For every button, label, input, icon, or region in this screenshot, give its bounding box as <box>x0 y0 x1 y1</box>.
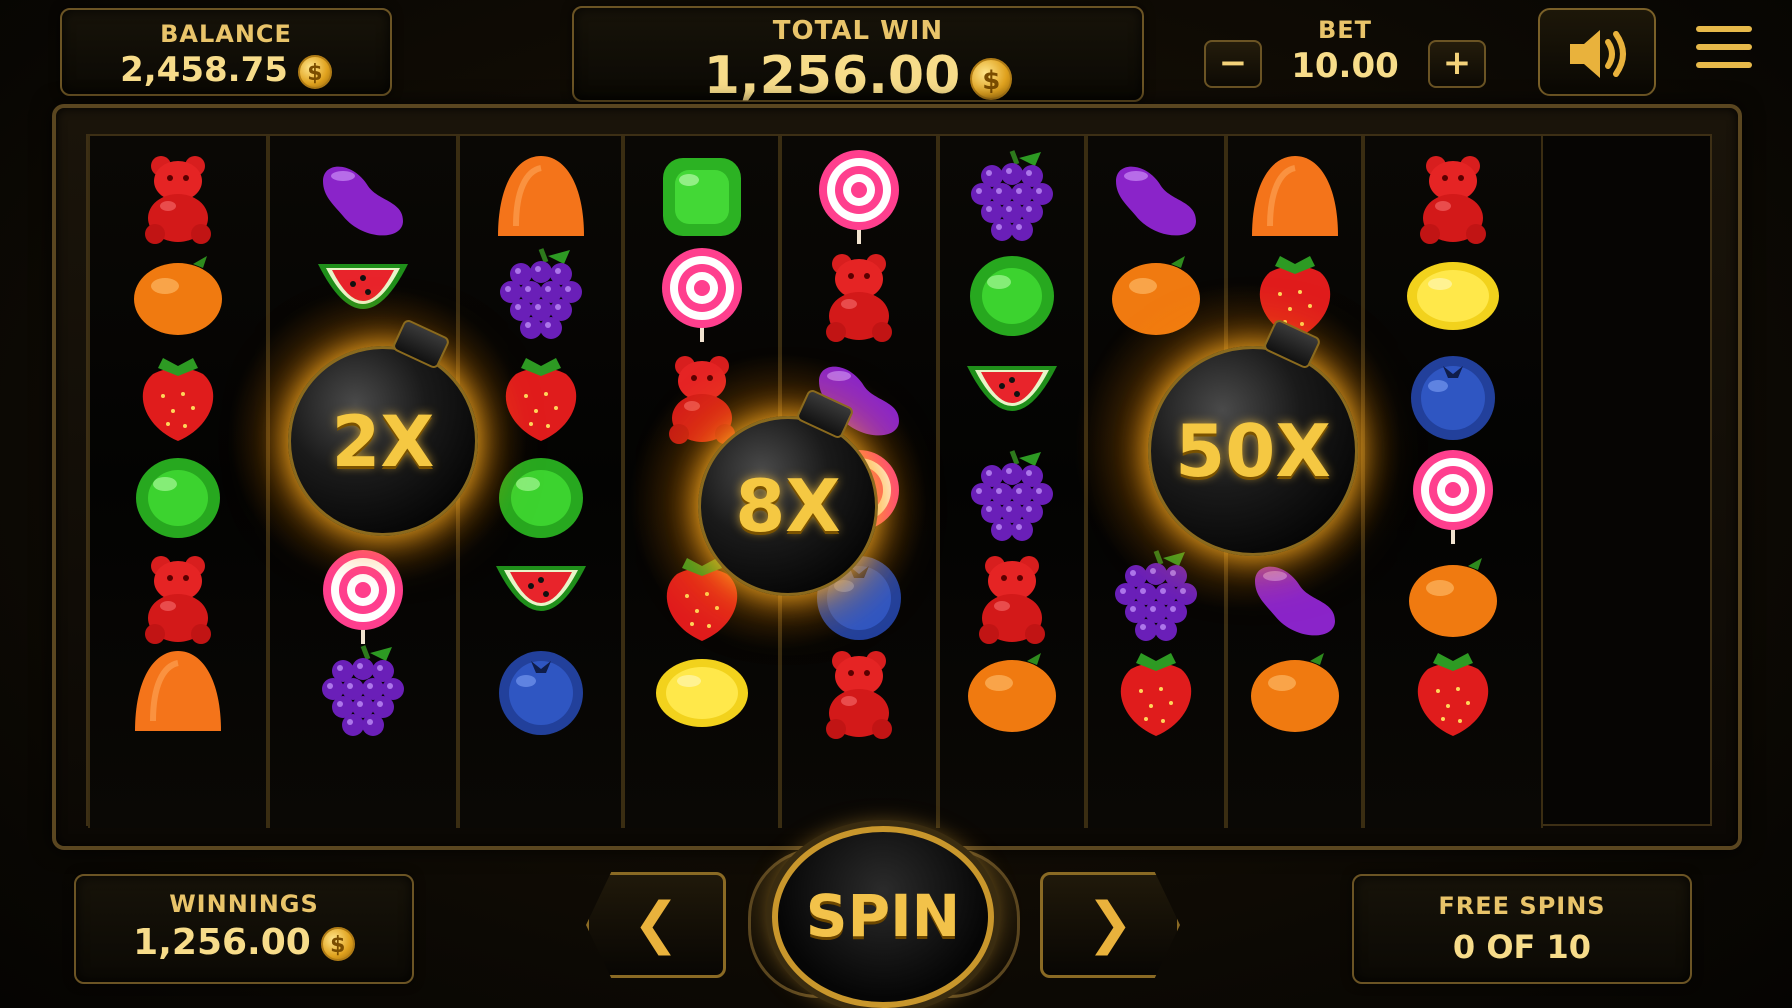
balance-value: 2,458.75 $ <box>62 50 390 90</box>
bomb-multiplier-label: 50X <box>1175 409 1331 494</box>
next-button[interactable]: ❯ <box>1040 872 1180 978</box>
lemon-symbol <box>647 641 757 741</box>
previous-button[interactable]: ❮ <box>586 872 726 978</box>
reel-9 <box>1363 136 1543 828</box>
free-spins-panel: FREE SPINS 0 OF 10 <box>1352 874 1692 984</box>
bomb-multiplier-label: 2X <box>331 400 435 483</box>
total-win-amount: 1,256.00 <box>703 46 961 106</box>
multiplier-bomb-2: 8X <box>698 388 878 596</box>
balance-panel: BALANCE 2,458.75 $ <box>60 8 392 96</box>
multiplier-bomb-1: 2X <box>288 318 478 536</box>
red-gummy-bear-symbol <box>957 546 1067 646</box>
purple-jellybean-symbol <box>1240 546 1350 646</box>
reel-frame: 2X 8X 50X <box>52 104 1742 850</box>
bomb-multiplier-label: 8X <box>735 464 841 549</box>
pink-swirl-lollipop-symbol <box>804 146 914 246</box>
pink-swirl-lollipop-symbol <box>647 244 757 344</box>
strawberry-symbol <box>1398 641 1508 741</box>
red-gummy-bear-symbol <box>123 146 233 246</box>
grapes-symbol <box>486 244 596 344</box>
reel-1 <box>88 136 268 828</box>
total-win-panel: TOTAL WIN 1,256.00 $ <box>572 6 1144 106</box>
bet-panel: − BET 10.00 + <box>1204 10 1486 94</box>
total-win-value: 1,256.00 $ <box>574 46 1142 106</box>
orange-fruit-symbol <box>123 244 233 344</box>
winnings-value: 1,256.00 $ <box>76 922 412 963</box>
orange-fruit-symbol <box>957 641 1067 741</box>
coin-icon: $ <box>297 54 332 89</box>
coin-icon: $ <box>320 927 355 961</box>
red-gummy-bear-symbol <box>1398 146 1508 246</box>
total-win-label: TOTAL WIN <box>772 16 944 46</box>
grapes-symbol <box>957 146 1067 246</box>
orange-fruit-symbol <box>1398 546 1508 646</box>
bet-decrease-button[interactable]: − <box>1204 40 1262 88</box>
orange-gumdrop-symbol <box>486 146 596 246</box>
strawberry-symbol <box>1101 641 1211 741</box>
reel-6 <box>938 136 1086 828</box>
hamburger-menu-icon[interactable] <box>1696 26 1752 76</box>
free-spins-value: 0 OF 10 <box>1452 928 1592 966</box>
watermelon-symbol <box>486 546 596 646</box>
green-candy-symbol <box>486 446 596 546</box>
green-square-candy-symbol <box>647 146 757 246</box>
blueberry-symbol <box>486 641 596 741</box>
red-gummy-bear-symbol <box>123 546 233 646</box>
green-candy-symbol <box>957 244 1067 344</box>
menu-bar <box>1696 62 1752 68</box>
reel-3 <box>458 136 623 828</box>
winnings-panel: WINNINGS 1,256.00 $ <box>74 874 414 984</box>
lemon-symbol <box>1398 244 1508 344</box>
grapes-symbol <box>1101 546 1211 646</box>
balance-amount: 2,458.75 <box>120 50 288 90</box>
winnings-label: WINNINGS <box>169 890 319 918</box>
red-gummy-bear-symbol <box>804 641 914 741</box>
purple-jellybean-symbol <box>1101 146 1211 246</box>
grapes-symbol <box>957 446 1067 546</box>
strawberry-symbol <box>486 346 596 446</box>
spin-button[interactable]: SPIN <box>772 826 994 1008</box>
pink-swirl-lollipop-symbol <box>1398 446 1508 546</box>
watermelon-symbol <box>957 346 1067 446</box>
free-spins-label: FREE SPINS <box>1438 892 1606 920</box>
green-candy-symbol <box>123 446 233 546</box>
strawberry-symbol <box>123 346 233 446</box>
orange-fruit-symbol <box>1240 641 1350 741</box>
reel-area: 2X 8X 50X <box>86 134 1712 828</box>
coin-icon: $ <box>970 58 1013 100</box>
pink-swirl-lollipop-symbol <box>308 546 418 646</box>
red-gummy-bear-symbol <box>804 244 914 344</box>
orange-gumdrop-symbol <box>123 641 233 741</box>
sound-toggle-button[interactable] <box>1538 8 1656 96</box>
multiplier-bomb-3: 50X <box>1148 318 1358 556</box>
menu-bar <box>1696 26 1752 32</box>
purple-jellybean-symbol <box>308 146 418 246</box>
grapes-symbol <box>308 641 418 741</box>
menu-bar <box>1696 44 1752 50</box>
balance-label: BALANCE <box>160 20 292 48</box>
blueberry-symbol <box>1398 346 1508 446</box>
bet-increase-button[interactable]: + <box>1428 40 1486 88</box>
winnings-amount: 1,256.00 <box>133 922 311 963</box>
orange-fruit-symbol <box>1101 244 1211 344</box>
speaker-icon <box>1570 30 1626 78</box>
orange-gumdrop-symbol <box>1240 146 1350 246</box>
